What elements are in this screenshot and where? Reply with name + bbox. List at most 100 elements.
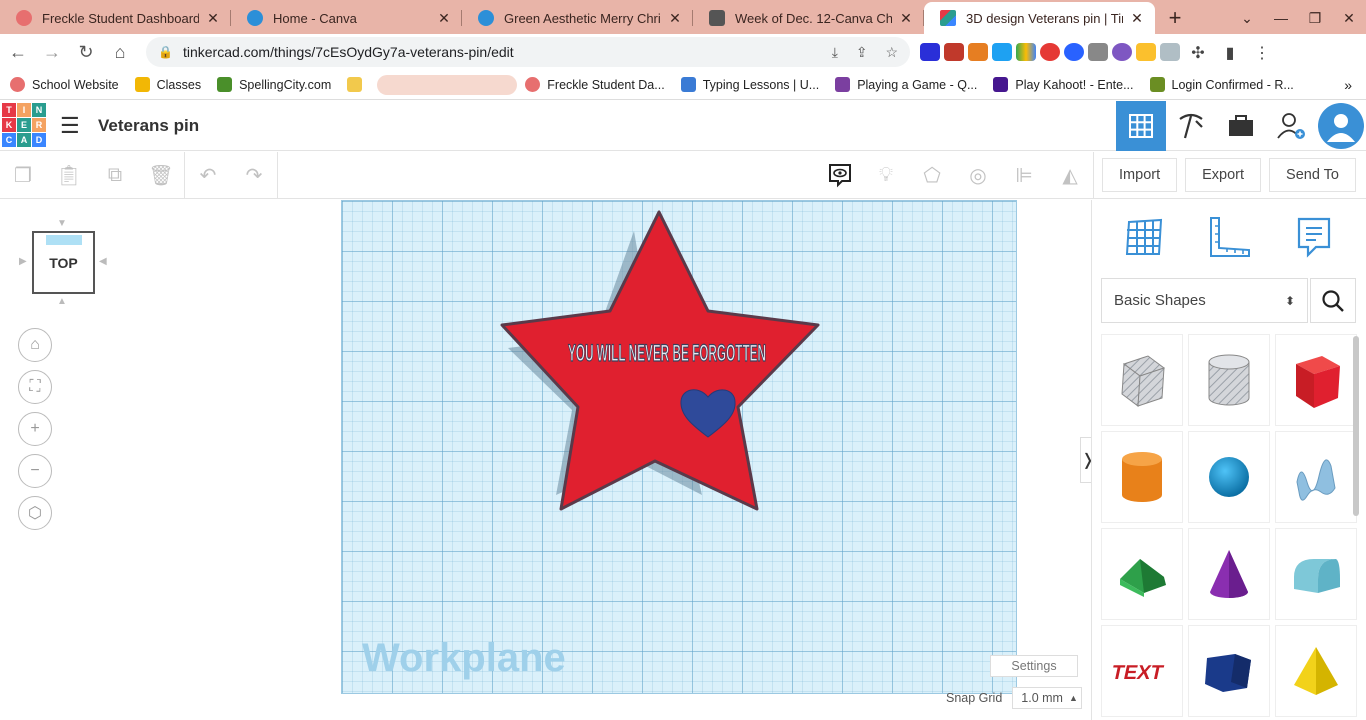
extension-icon[interactable] [1088,43,1108,61]
close-icon[interactable]: ✕ [898,10,914,27]
roof-shape[interactable] [1101,528,1183,620]
grid-icon[interactable] [1121,214,1167,260]
zoom-in-icon[interactable]: + [18,412,52,446]
import-button[interactable]: Import [1102,158,1178,192]
reload-icon[interactable]: ↻ [70,36,102,68]
viewcube-arrow-down-icon[interactable]: ▲ [57,296,67,307]
cylinder-shape[interactable] [1101,431,1183,523]
design-title[interactable]: Veterans pin [98,116,199,136]
align-icon[interactable]: ⊫ [1001,152,1047,198]
adblock-icon[interactable] [1040,43,1060,61]
new-tab-button[interactable]: + [1155,2,1195,34]
3d-design-view-button[interactable] [1116,100,1166,151]
bookmark-item[interactable]: SpellingCity.com [217,77,331,92]
drive-icon[interactable] [1016,43,1036,61]
design-list-icon[interactable]: ☰ [60,113,84,139]
viewcube-arrow-right-icon[interactable]: ◀ [99,256,107,267]
snap-grid-select[interactable]: 1.0 mm ▲ [1012,687,1083,709]
browser-tab-4[interactable]: Week of Dec. 12-Canva Christ ✕ [693,2,924,34]
design-canvas[interactable]: YOU WILL NEVER BE FORGOTTEN [342,201,1017,694]
restore-icon[interactable]: ❐ [1298,10,1332,27]
close-icon[interactable]: ✕ [436,10,452,27]
share-icon[interactable]: ⇪ [856,44,868,60]
browser-tab-2[interactable]: Home - Canva ✕ [231,2,462,34]
text-shape[interactable]: TEXT [1101,625,1183,717]
install-icon[interactable]: ⤓ [832,44,838,60]
pyramid-shape[interactable] [1275,625,1357,717]
browser-tab-3[interactable]: Green Aesthetic Merry Christm ✕ [462,2,693,34]
search-icon[interactable] [1310,278,1356,323]
box-shape[interactable] [1275,334,1357,426]
bookmark-item[interactable]: Freckle Student Da... [525,77,665,92]
close-window-icon[interactable]: ✕ [1332,10,1366,27]
back-icon[interactable]: ← [2,36,34,68]
panel-scrollbar[interactable] [1353,336,1359,516]
kami-icon[interactable] [1112,43,1132,61]
home-icon[interactable]: ⌂ [104,36,136,68]
send-to-button[interactable]: Send To [1269,158,1356,192]
shape-category-select[interactable]: Basic Shapes ⬍ [1101,278,1308,323]
box-hole-shape[interactable] [1101,334,1183,426]
settings-button[interactable]: Settings [990,655,1078,677]
home-view-icon[interactable]: ⌂ [18,328,52,362]
forward-icon[interactable]: → [36,36,68,68]
undo-icon[interactable]: ↶ [185,152,231,198]
workplane[interactable]: YOU WILL NEVER BE FORGOTTEN Workplane [341,200,1017,694]
briefcase-button[interactable] [1216,101,1266,151]
round-roof-shape[interactable] [1275,528,1357,620]
export-button[interactable]: Export [1185,158,1262,192]
bookmark-item[interactable]: Typing Lessons | U... [680,77,819,92]
sphere-shape[interactable] [1188,431,1270,523]
extension-icon[interactable] [968,43,988,61]
close-icon[interactable]: ✕ [1129,10,1145,27]
tab-search-icon[interactable]: ⌄ [1230,10,1264,27]
browser-tab-5[interactable]: 3D design Veterans pin | Tinke ✕ [924,2,1155,34]
menu-dots-icon[interactable]: ⋮ [1248,43,1276,62]
fit-view-icon[interactable]: ⛶ [18,370,52,404]
bookmark-item[interactable]: Play Kahoot! - Ente... [993,77,1134,92]
notes-icon[interactable] [1291,214,1337,260]
mirror-icon[interactable]: ◭ [1047,152,1093,198]
viewcube-arrow-up-icon[interactable]: ▼ [57,218,67,229]
scribble-shape[interactable] [1275,431,1357,523]
lightbulb-icon[interactable]: 💡︎ [863,152,909,198]
star-text[interactable]: YOU WILL NEVER BE FORGOTTEN [567,339,766,367]
browser-tab-1[interactable]: Freckle Student Dashboard ✕ [0,2,231,34]
avatar[interactable] [1318,102,1364,149]
url-input[interactable]: 🔒 tinkercad.com/things/7cEsOydGy7a-veter… [146,37,910,67]
canva-extension-icon[interactable] [920,43,940,61]
ruler-icon[interactable] [1206,214,1252,260]
ungroup-icon[interactable]: ◎ [955,152,1001,198]
bookmark-item[interactable]: Classes [134,77,201,92]
invite-user-button[interactable] [1266,101,1316,151]
bookmark-folder[interactable] [347,77,369,92]
extension-icon[interactable] [1136,43,1156,61]
side-panel-icon[interactable]: ▮ [1216,43,1244,62]
tinkercad-logo[interactable]: TIN KER CAD [2,102,46,149]
view-cube[interactable]: TOP [32,231,95,294]
copy-icon[interactable]: ❐ [0,152,46,198]
shield-icon[interactable] [1064,43,1084,61]
redo-icon[interactable]: ↷ [231,152,277,198]
duplicate-icon[interactable]: ⧉ [92,152,138,198]
delete-icon[interactable]: 🗑︎ [138,152,184,198]
polygon-box-shape[interactable] [1188,625,1270,717]
group-icon[interactable]: ⬠ [909,152,955,198]
cone-shape[interactable] [1188,528,1270,620]
extension-icon[interactable] [1160,43,1180,61]
bookmark-star-icon[interactable]: ☆ [885,44,898,60]
zoom-out-icon[interactable]: − [18,454,52,488]
more-bookmarks-icon[interactable]: » [1344,77,1352,93]
bookmark-item[interactable]: Playing a Game - Q... [835,77,977,92]
extension-icon[interactable] [944,43,964,61]
puzzle-icon[interactable]: ✣ [1184,43,1212,62]
extension-icon[interactable] [992,43,1012,61]
cylinder-hole-shape[interactable] [1188,334,1270,426]
close-icon[interactable]: ✕ [667,10,683,27]
close-icon[interactable]: ✕ [205,10,221,27]
bookmark-item[interactable]: Login Confirmed - R... [1149,77,1294,92]
bookmark-item[interactable]: School Website [10,77,119,92]
blocks-pickaxe-button[interactable] [1166,101,1216,151]
notes-visibility-icon[interactable] [817,152,863,198]
perspective-icon[interactable]: ⬡ [18,496,52,530]
